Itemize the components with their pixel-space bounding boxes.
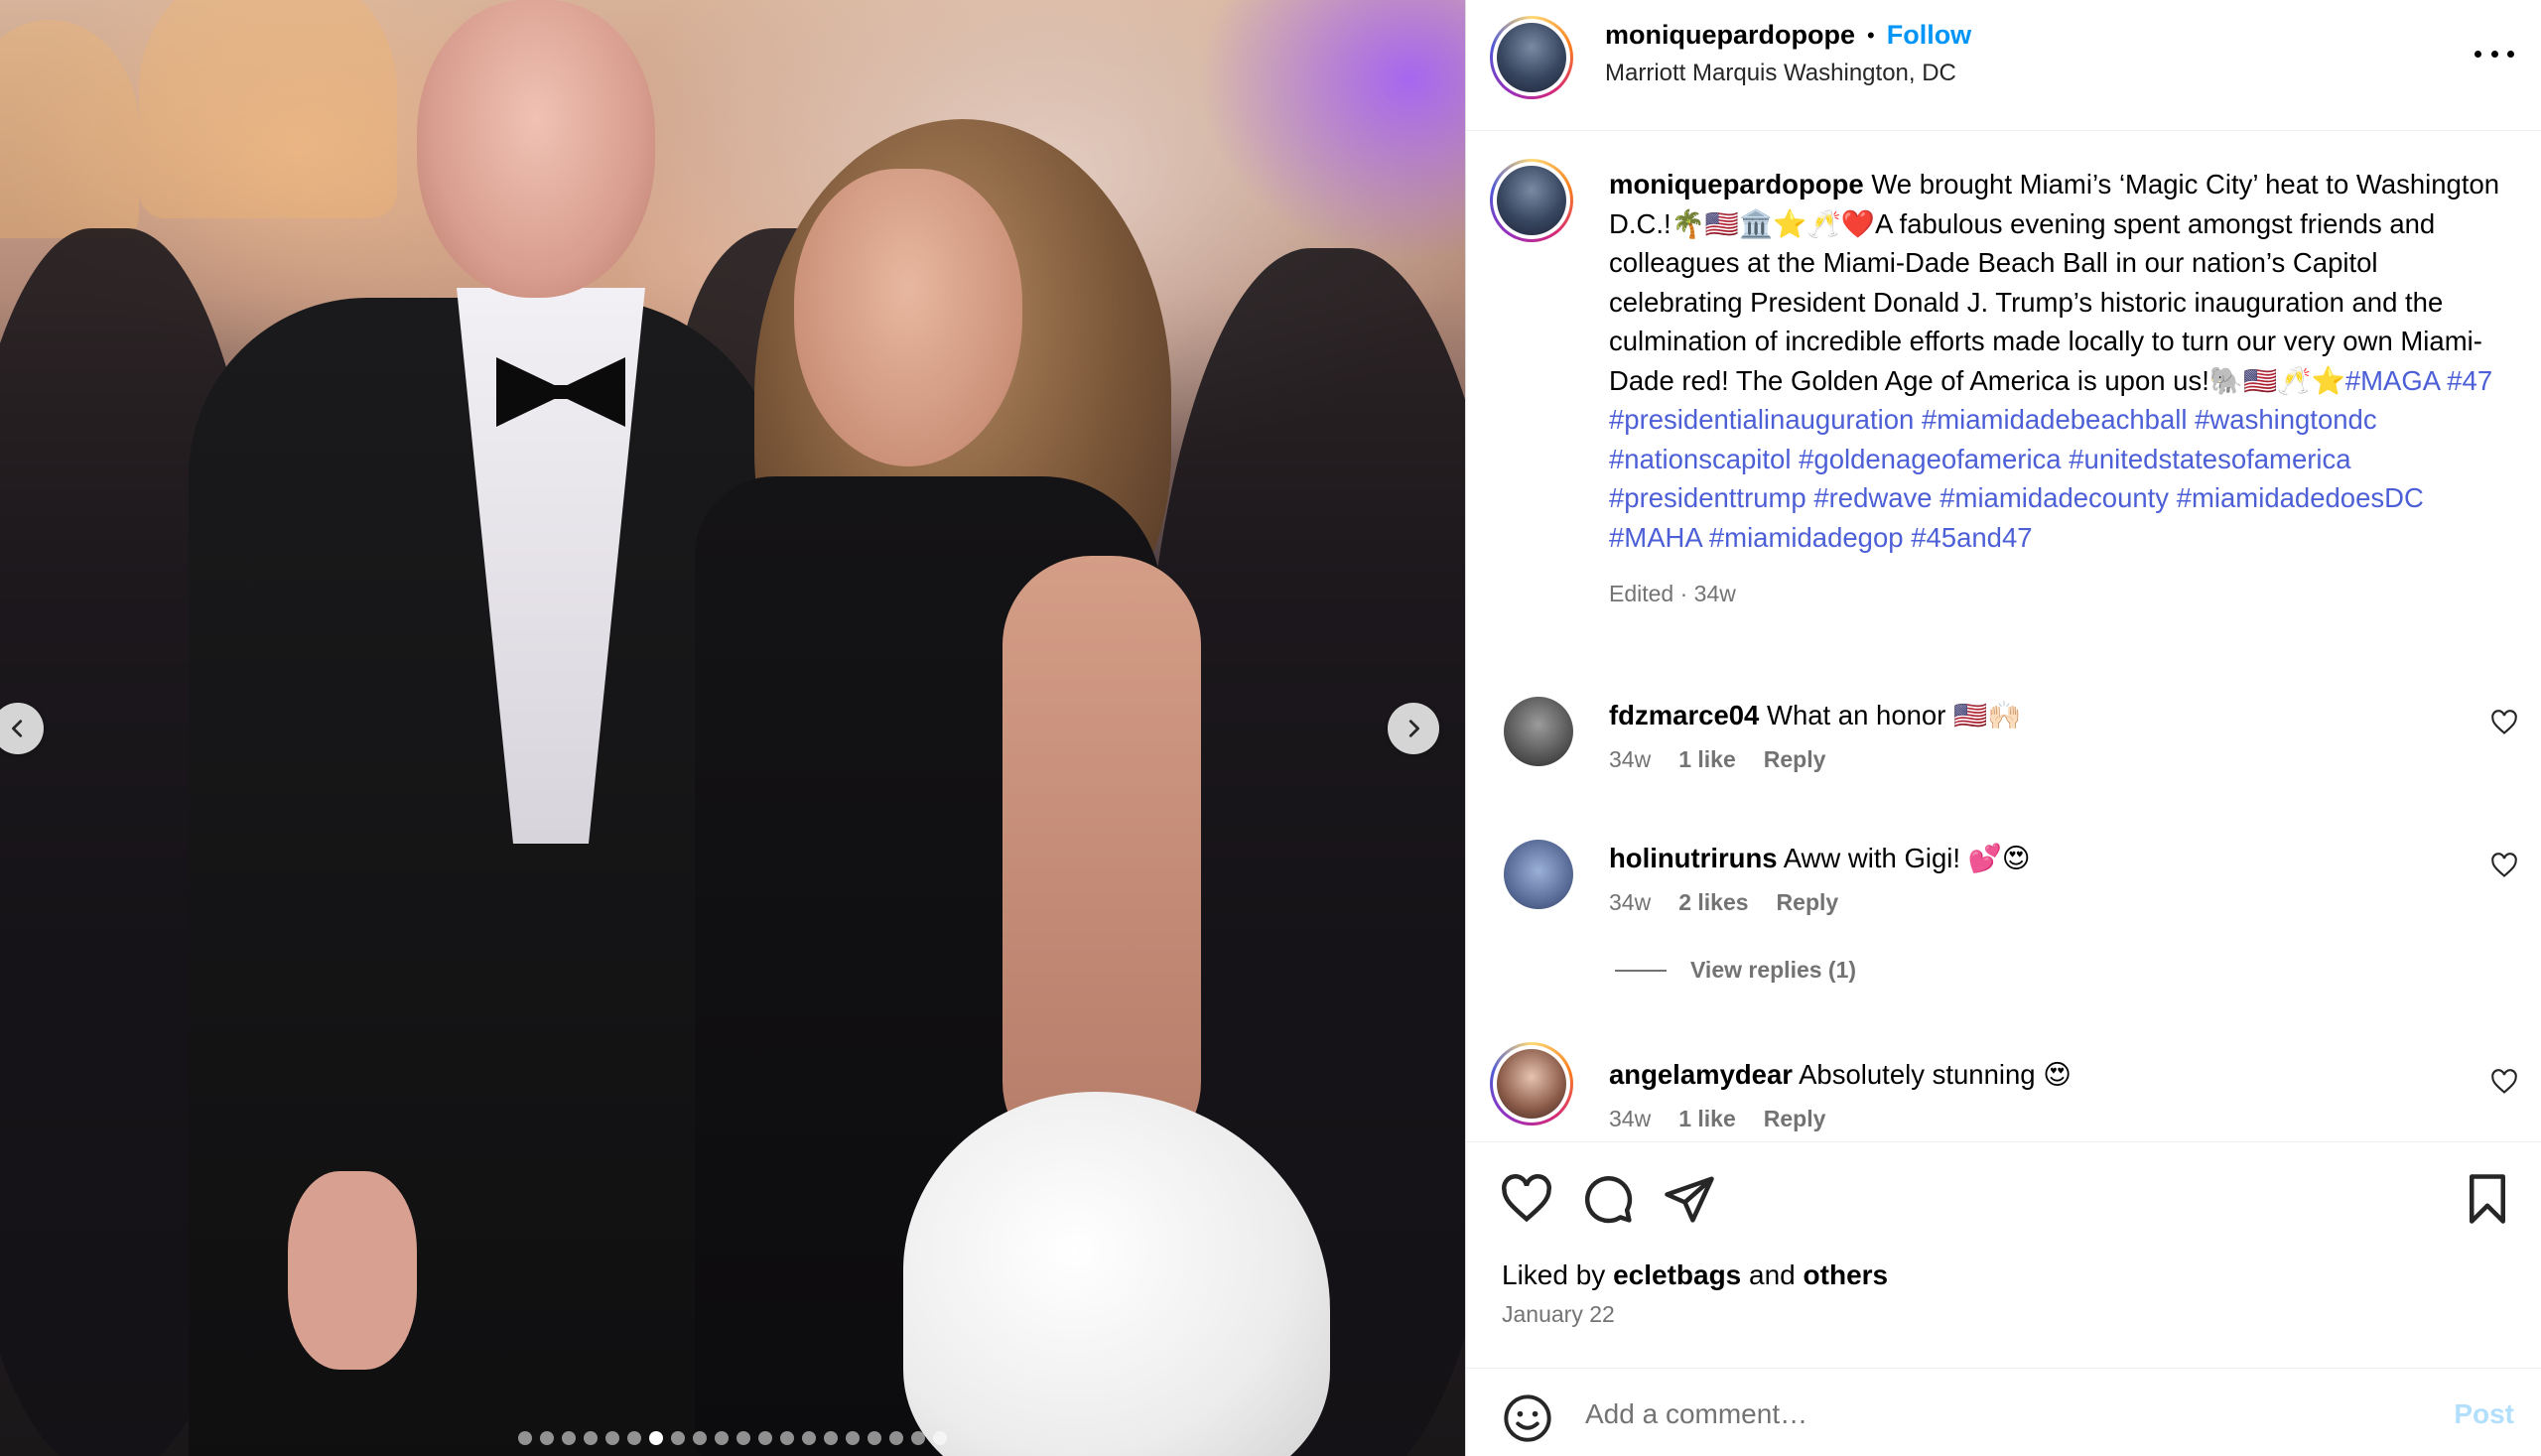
carousel-dot [933, 1431, 947, 1445]
comment-age: 34w [1609, 1106, 1652, 1131]
post-date[interactable]: January 22 [1502, 1301, 1615, 1328]
commenter-username[interactable]: fdzmarce04 [1609, 700, 1759, 730]
carousel-dot [824, 1431, 838, 1445]
more-options-icon[interactable] [2474, 44, 2514, 64]
view-replies-label: View replies (1) [1690, 957, 1857, 983]
carousel-dot [540, 1431, 554, 1445]
comment-text: Aww with Gigi! 💕😍 [1783, 843, 2031, 873]
commenter-avatar[interactable] [1504, 697, 1573, 766]
author-avatar[interactable] [1490, 16, 1573, 99]
comments-list[interactable]: moniquepardopope We brought Miami’s ‘Mag… [1466, 131, 2541, 1141]
emoji-icon[interactable] [1502, 1392, 1553, 1444]
carousel-dot [693, 1431, 707, 1445]
comment-likes[interactable]: 2 likes [1678, 889, 1748, 916]
comment-likes[interactable]: 1 like [1678, 1106, 1736, 1132]
carousel-dot [758, 1431, 772, 1445]
background-palm-decoration [0, 20, 139, 238]
commenter-username[interactable]: holinutriruns [1609, 843, 1778, 873]
post-details-panel: moniquepardopope • Follow Marriott Marqu… [1465, 0, 2541, 1456]
woman-face [794, 169, 1022, 466]
reply-button[interactable]: Reply [1777, 889, 1839, 916]
background-palm-decoration [139, 0, 397, 218]
carousel-dot [518, 1431, 532, 1445]
post-comment-button[interactable]: Post [2454, 1398, 2514, 1430]
add-comment-bar: Post [1466, 1368, 2541, 1456]
liked-by-others[interactable]: others [1804, 1259, 1889, 1290]
caption-meta: Edited · 34w [1609, 581, 1736, 606]
carousel-dot [846, 1431, 860, 1445]
carousel-indicator [0, 1431, 1465, 1445]
add-comment-input[interactable] [1585, 1387, 2399, 1442]
carousel-dot [562, 1431, 576, 1445]
carousel-dot [736, 1431, 750, 1445]
liked-by-user[interactable]: ecletbags [1613, 1259, 1741, 1290]
separator-dot: • [1867, 22, 1875, 48]
carousel-dot [889, 1431, 903, 1445]
next-slide-button[interactable] [1388, 703, 1439, 754]
follow-button[interactable]: Follow [1887, 20, 1971, 51]
comment-like-heart-icon[interactable] [2490, 709, 2518, 736]
carousel-dot [671, 1431, 685, 1445]
likes-summary: Liked by ecletbags and others [1502, 1259, 1888, 1291]
post-location[interactable]: Marriott Marquis Washington, DC [1605, 60, 1956, 87]
like-heart-icon[interactable] [1500, 1172, 1553, 1226]
share-icon[interactable] [1663, 1172, 1716, 1226]
comment-age: 34w [1609, 889, 1652, 915]
post-actions: Liked by ecletbags and others January 22 [1466, 1141, 2541, 1370]
comment-like-heart-icon[interactable] [2490, 852, 2518, 879]
liked-by-prefix: Liked by [1502, 1259, 1606, 1290]
chevron-left-icon [12, 720, 23, 737]
comment-likes[interactable]: 1 like [1678, 746, 1736, 773]
reply-button[interactable]: Reply [1764, 1106, 1826, 1132]
comment-age: 34w [1609, 746, 1652, 772]
chevron-right-icon [1408, 720, 1419, 737]
carousel-dot [627, 1431, 641, 1445]
replies-divider-line [1615, 969, 1667, 972]
post-caption: moniquepardopope We brought Miami’s ‘Mag… [1609, 165, 2502, 614]
man-hand [288, 1171, 417, 1370]
author-username[interactable]: moniquepardopope [1605, 20, 1855, 51]
comment-text: What an honor 🇺🇸🙌🏻 [1766, 700, 2022, 730]
carousel-dot [868, 1431, 881, 1445]
view-replies-button[interactable]: View replies (1) [1615, 957, 1856, 984]
woman-arm [1003, 556, 1201, 1171]
comment-like-heart-icon[interactable] [2490, 1068, 2518, 1096]
reply-button[interactable]: Reply [1764, 746, 1826, 773]
carousel-dot [802, 1431, 816, 1445]
caption-text: We brought Miami’s ‘Magic City’ heat to … [1609, 169, 2500, 396]
save-bookmark-icon[interactable] [2461, 1172, 2514, 1226]
carousel-dot [715, 1431, 729, 1445]
liked-by-mid: and [1749, 1259, 1796, 1290]
carousel-dot [780, 1431, 794, 1445]
carousel-dot [911, 1431, 925, 1445]
caption-author-avatar[interactable] [1490, 159, 1573, 242]
carousel-dot [649, 1431, 663, 1445]
comment-text: Absolutely stunning 😍 [1799, 1059, 2072, 1090]
comment-icon[interactable] [1581, 1172, 1635, 1226]
post-header: moniquepardopope • Follow Marriott Marqu… [1466, 0, 2541, 131]
post-photo[interactable] [0, 0, 1465, 1456]
carousel-dot [584, 1431, 598, 1445]
commenter-username[interactable]: angelamydear [1609, 1059, 1793, 1090]
commenter-avatar[interactable] [1490, 1042, 1573, 1125]
carousel-dot [605, 1431, 619, 1445]
man-face [417, 0, 655, 298]
commenter-avatar[interactable] [1504, 840, 1573, 909]
caption-username[interactable]: moniquepardopope [1609, 169, 1864, 199]
